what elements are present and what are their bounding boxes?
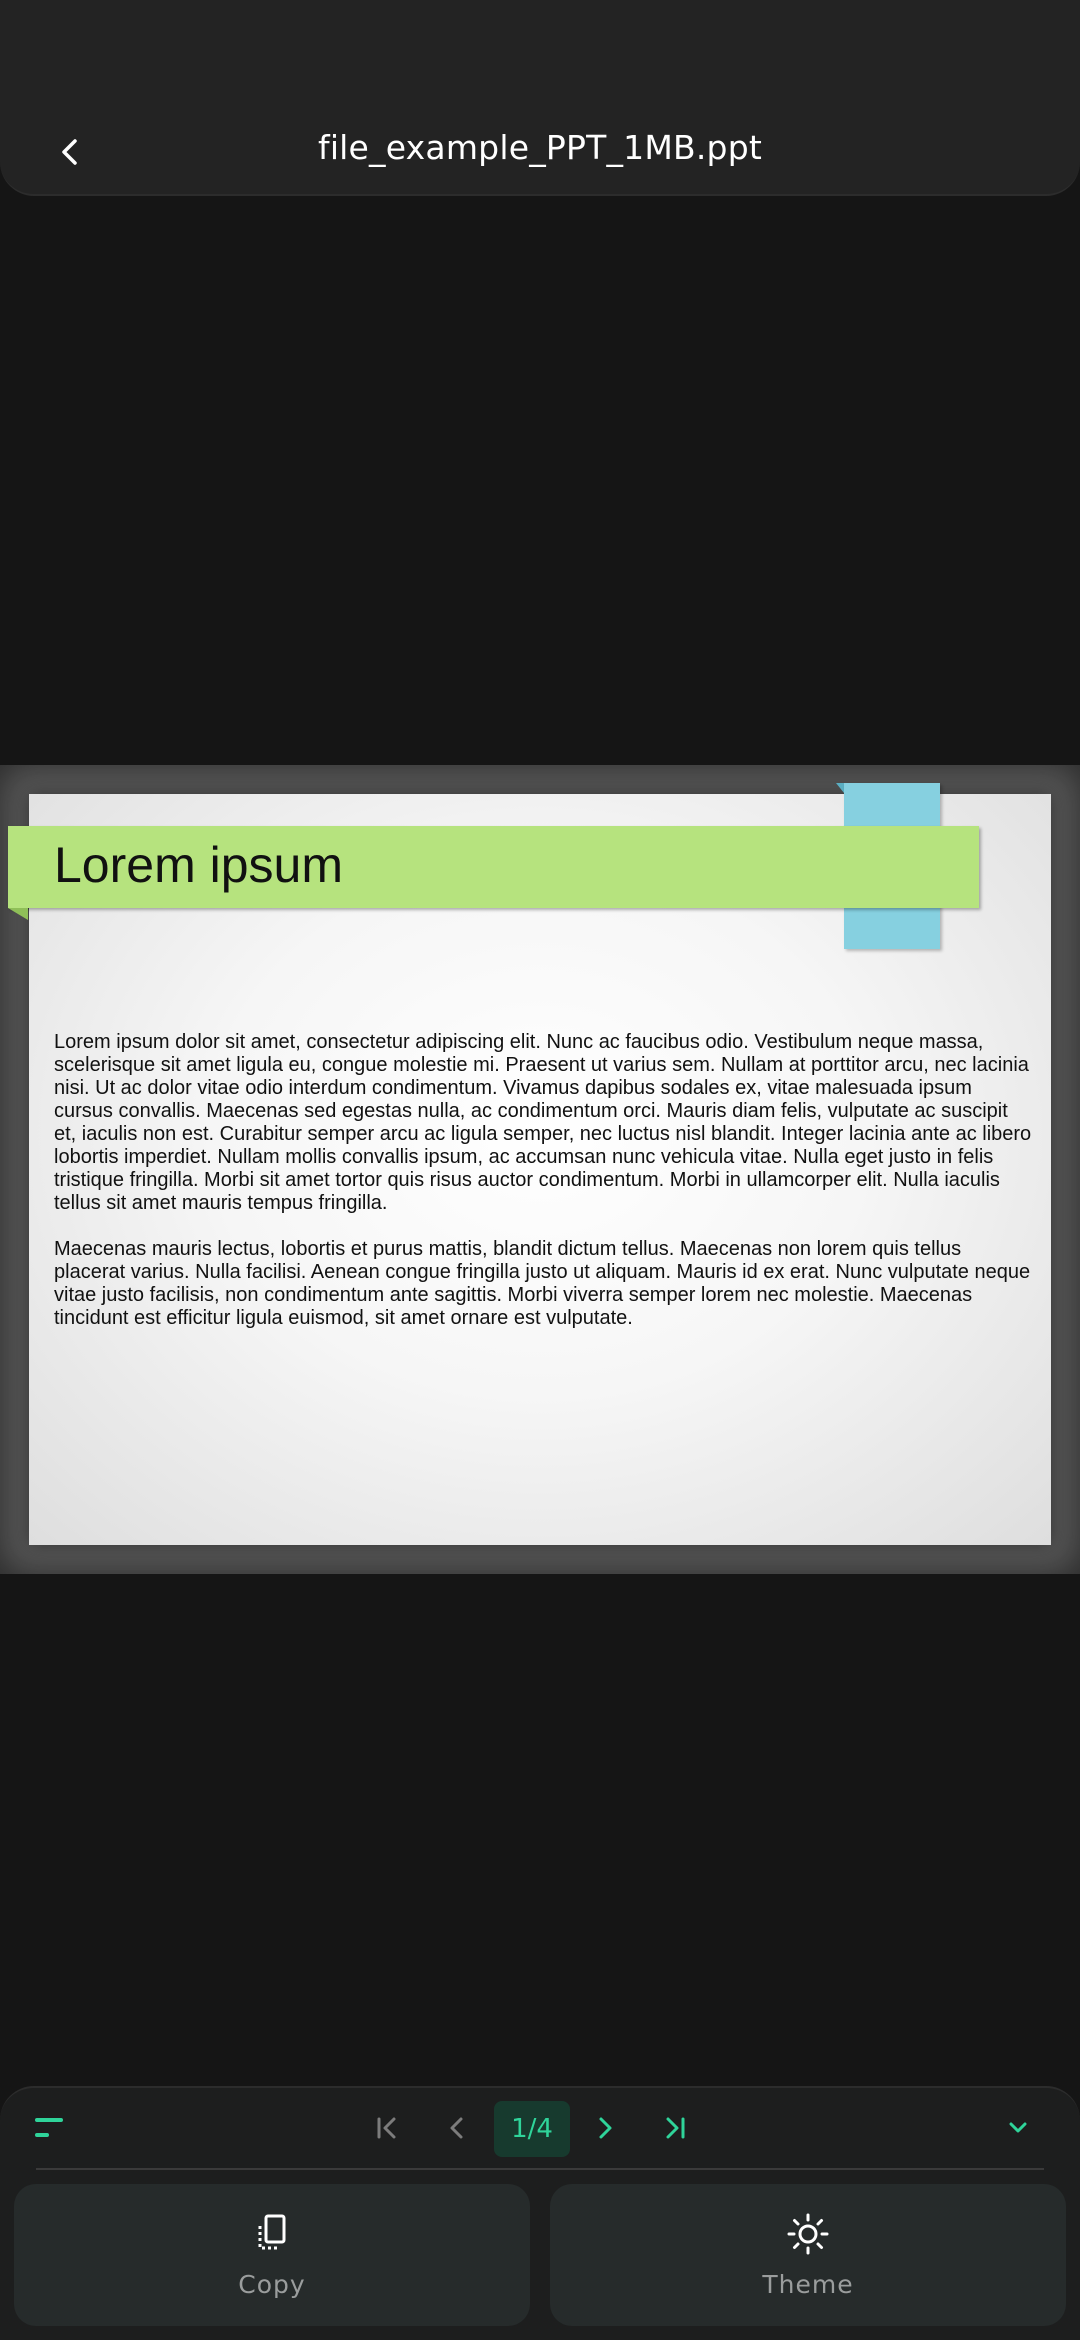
slide-paragraph: Lorem ipsum dolor sit amet, consectetur … xyxy=(54,1031,1032,1214)
copy-button[interactable]: Copy xyxy=(14,2184,530,2326)
first-page-icon xyxy=(377,2117,396,2139)
next-page-button[interactable] xyxy=(580,2105,630,2151)
slide-paragraph: Maecenas mauris lectus, lobortis et puru… xyxy=(54,1238,1031,1329)
theme-label: Theme xyxy=(762,2270,854,2299)
collapse-button[interactable] xyxy=(993,2105,1043,2151)
page-indicator[interactable]: 1/4 xyxy=(494,2101,570,2157)
last-page-button[interactable] xyxy=(650,2105,700,2151)
previous-page-button[interactable] xyxy=(432,2105,482,2151)
slide-title: Lorem ipsum xyxy=(54,837,343,893)
document-title: file_example_PPT_1MB.ppt xyxy=(318,128,762,167)
ribbon-fold xyxy=(836,783,844,793)
slide-body: Lorem ipsum dolor sit amet, consectetur … xyxy=(54,1031,1034,1353)
last-page-icon xyxy=(666,2117,685,2139)
copy-icon xyxy=(258,2214,286,2250)
next-page-icon xyxy=(599,2117,612,2139)
previous-page-icon xyxy=(450,2117,463,2139)
copy-label: Copy xyxy=(238,2270,306,2299)
brightness-icon xyxy=(787,2213,829,2255)
theme-button[interactable]: Theme xyxy=(550,2184,1066,2326)
banner-fold xyxy=(8,908,28,920)
menu-icon[interactable] xyxy=(34,2116,64,2140)
toolbar-divider xyxy=(36,2168,1044,2170)
chevron-down-icon xyxy=(1009,2122,1027,2133)
first-page-button[interactable] xyxy=(362,2105,412,2151)
